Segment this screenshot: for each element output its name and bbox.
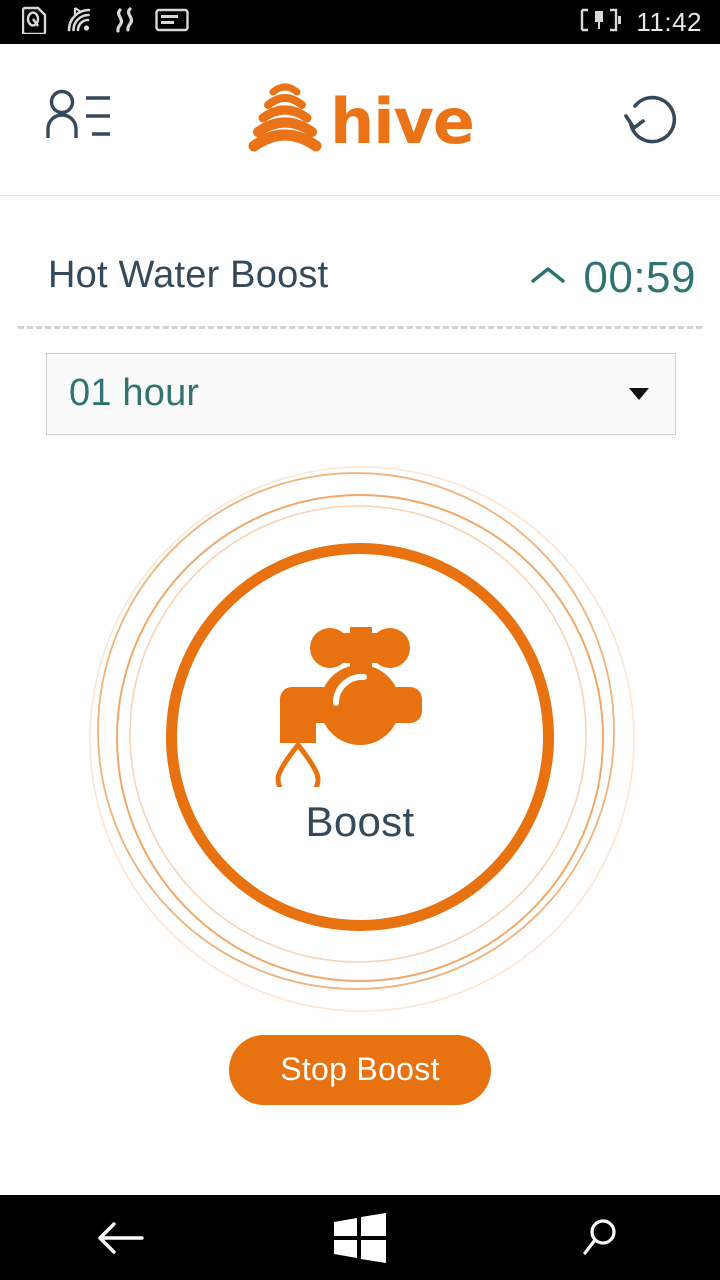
stop-boost-row: Stop Boost [0, 1034, 720, 1105]
main-content: Hot Water Boost 00:59 01 hour Boost Stop… [0, 196, 720, 1195]
boost-dial-label: Boost [305, 798, 415, 845]
sim-card-icon [21, 6, 48, 39]
battery-charging-icon [580, 7, 622, 38]
boost-button-circle[interactable]: Boost [166, 542, 554, 931]
refresh-icon[interactable] [618, 84, 684, 155]
boost-duration-value: 01 hour [69, 372, 200, 414]
boost-dial[interactable]: Boost [80, 457, 640, 1017]
caret-down-icon[interactable] [629, 387, 649, 400]
boost-countdown-timer: 00:59 [583, 252, 696, 302]
wifi-signal-icon [65, 6, 95, 39]
status-bar-left-icons [21, 6, 189, 39]
search-icon[interactable] [540, 1195, 660, 1280]
hive-arcs-logo-icon [246, 80, 324, 159]
boost-dial-wrap: Boost [0, 457, 720, 1017]
stop-boost-button[interactable]: Stop Boost [229, 1034, 491, 1105]
status-bar-right-group: 11:42 [580, 7, 702, 38]
hive-wordmark: hive [330, 84, 475, 158]
status-bar: 11:42 [0, 0, 720, 44]
contacts-list-icon[interactable] [42, 86, 114, 153]
boost-duration-select[interactable]: 01 hour [46, 352, 676, 435]
cellular-signal-icon [112, 6, 138, 39]
page-title: Hot Water Boost [48, 254, 329, 296]
sms-message-icon [155, 7, 189, 38]
app-header: hive [0, 44, 720, 196]
system-nav-bar [0, 1195, 720, 1280]
section-divider [18, 325, 702, 329]
chevron-up-icon[interactable] [529, 263, 567, 292]
water-tap-icon [272, 619, 448, 802]
status-bar-clock: 11:42 [636, 6, 702, 37]
boost-header-row: Hot Water Boost 00:59 [0, 196, 720, 300]
back-arrow-icon[interactable] [60, 1195, 180, 1280]
windows-start-icon[interactable] [300, 1195, 420, 1280]
boost-timer-group[interactable]: 00:59 [529, 252, 696, 302]
